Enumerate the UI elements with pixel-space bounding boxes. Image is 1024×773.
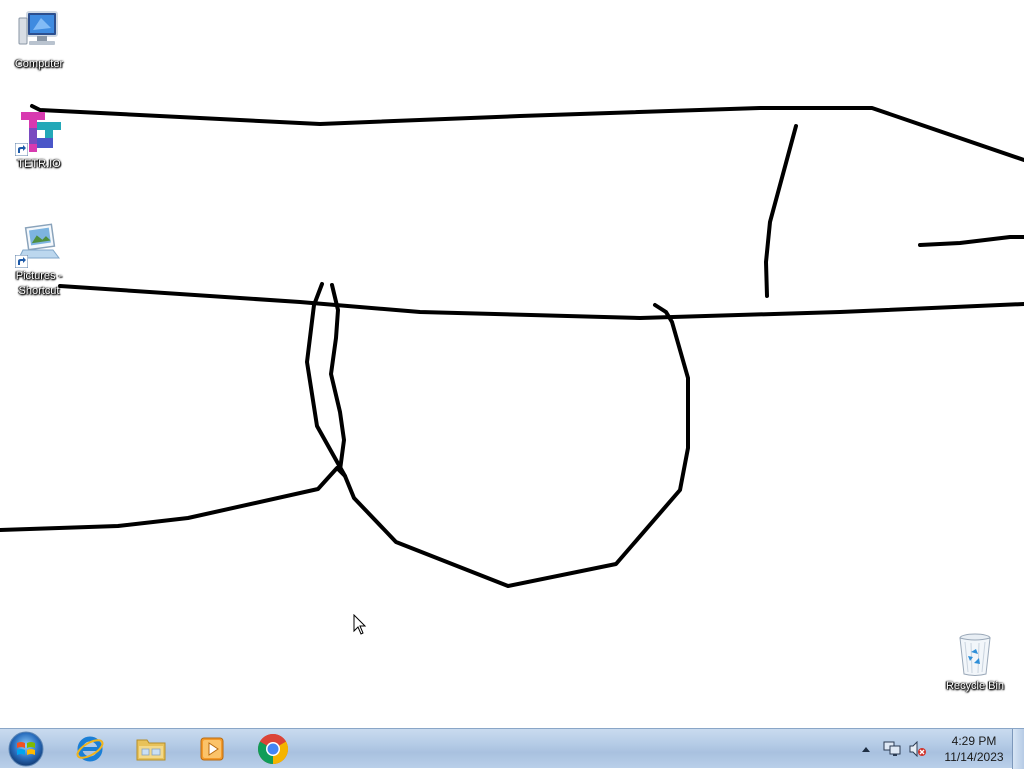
- computer-icon: [15, 8, 63, 56]
- drawing-stroke-left-loop: [0, 282, 347, 532]
- desktop-icon-label: Recycle Bin: [945, 680, 1005, 692]
- show-hidden-icons-arrow-icon: [862, 747, 870, 752]
- desktop-icon-computer[interactable]: Computer: [1, 8, 77, 72]
- network-icon: [883, 741, 901, 756]
- freehand-drawing: [0, 104, 1024, 588]
- desktop-icon-label: Pictures - Shortcut: [15, 270, 63, 297]
- taskbar-pinned-media-player[interactable]: [183, 730, 241, 768]
- recycle-bin-icon: [951, 630, 999, 678]
- shortcut-arrow-icon: [15, 143, 28, 156]
- mouse-pointer-icon: [353, 614, 367, 635]
- windows-start-orb-icon: [8, 731, 44, 767]
- media-player-icon: [200, 737, 224, 761]
- show-desktop-button[interactable]: [1012, 729, 1024, 769]
- drawing-stroke-top-line: [30, 104, 1024, 162]
- taskbar: 4:29 PM 11/14/2023: [0, 728, 1024, 769]
- volume-button[interactable]: [908, 739, 928, 759]
- show-hidden-icons-button[interactable]: [856, 739, 876, 759]
- pictures-shortcut-icon: [15, 220, 63, 268]
- network-status-button[interactable]: [882, 739, 902, 759]
- drawing-stroke-right-short: [918, 235, 1024, 247]
- desktop-icon-recycle-bin[interactable]: Recycle Bin: [937, 630, 1013, 694]
- volume-muted-icon: [909, 741, 926, 757]
- drawing-stroke-middle-line: [58, 284, 1024, 320]
- drawing-stroke-upper-right: [764, 124, 798, 298]
- desktop-icon-tetrio[interactable]: TETR.IO: [1, 108, 77, 172]
- desktop-icon-pictures-shortcut[interactable]: Pictures - Shortcut: [1, 220, 77, 299]
- desktop-icon-label: TETR.IO: [17, 158, 61, 170]
- clock-date: 11/14/2023: [944, 750, 1004, 764]
- shortcut-arrow-icon: [15, 255, 28, 268]
- taskbar-pinned-google-chrome[interactable]: [244, 730, 302, 768]
- drawing-stroke-inner-loop: [329, 283, 346, 472]
- internet-explorer-icon: [76, 736, 104, 762]
- clock-time: 4:29 PM: [951, 734, 997, 748]
- taskbar-pinned-internet-explorer[interactable]: [61, 730, 119, 768]
- desktop[interactable]: Computer TETR.IO Pictures - Shortcut Rec…: [0, 0, 1024, 728]
- file-explorer-icon: [136, 739, 166, 761]
- start-button[interactable]: [4, 730, 48, 768]
- tetrio-icon: [15, 108, 63, 156]
- notification-area: 4:29 PM 11/14/2023: [856, 729, 1010, 769]
- drawing-stroke-big-curve: [343, 303, 690, 588]
- taskbar-pinned-windows-explorer[interactable]: [122, 730, 180, 768]
- system-clock[interactable]: 4:29 PM 11/14/2023: [938, 733, 1010, 765]
- desktop-icon-label: Computer: [14, 58, 64, 70]
- chrome-icon: [257, 733, 289, 764]
